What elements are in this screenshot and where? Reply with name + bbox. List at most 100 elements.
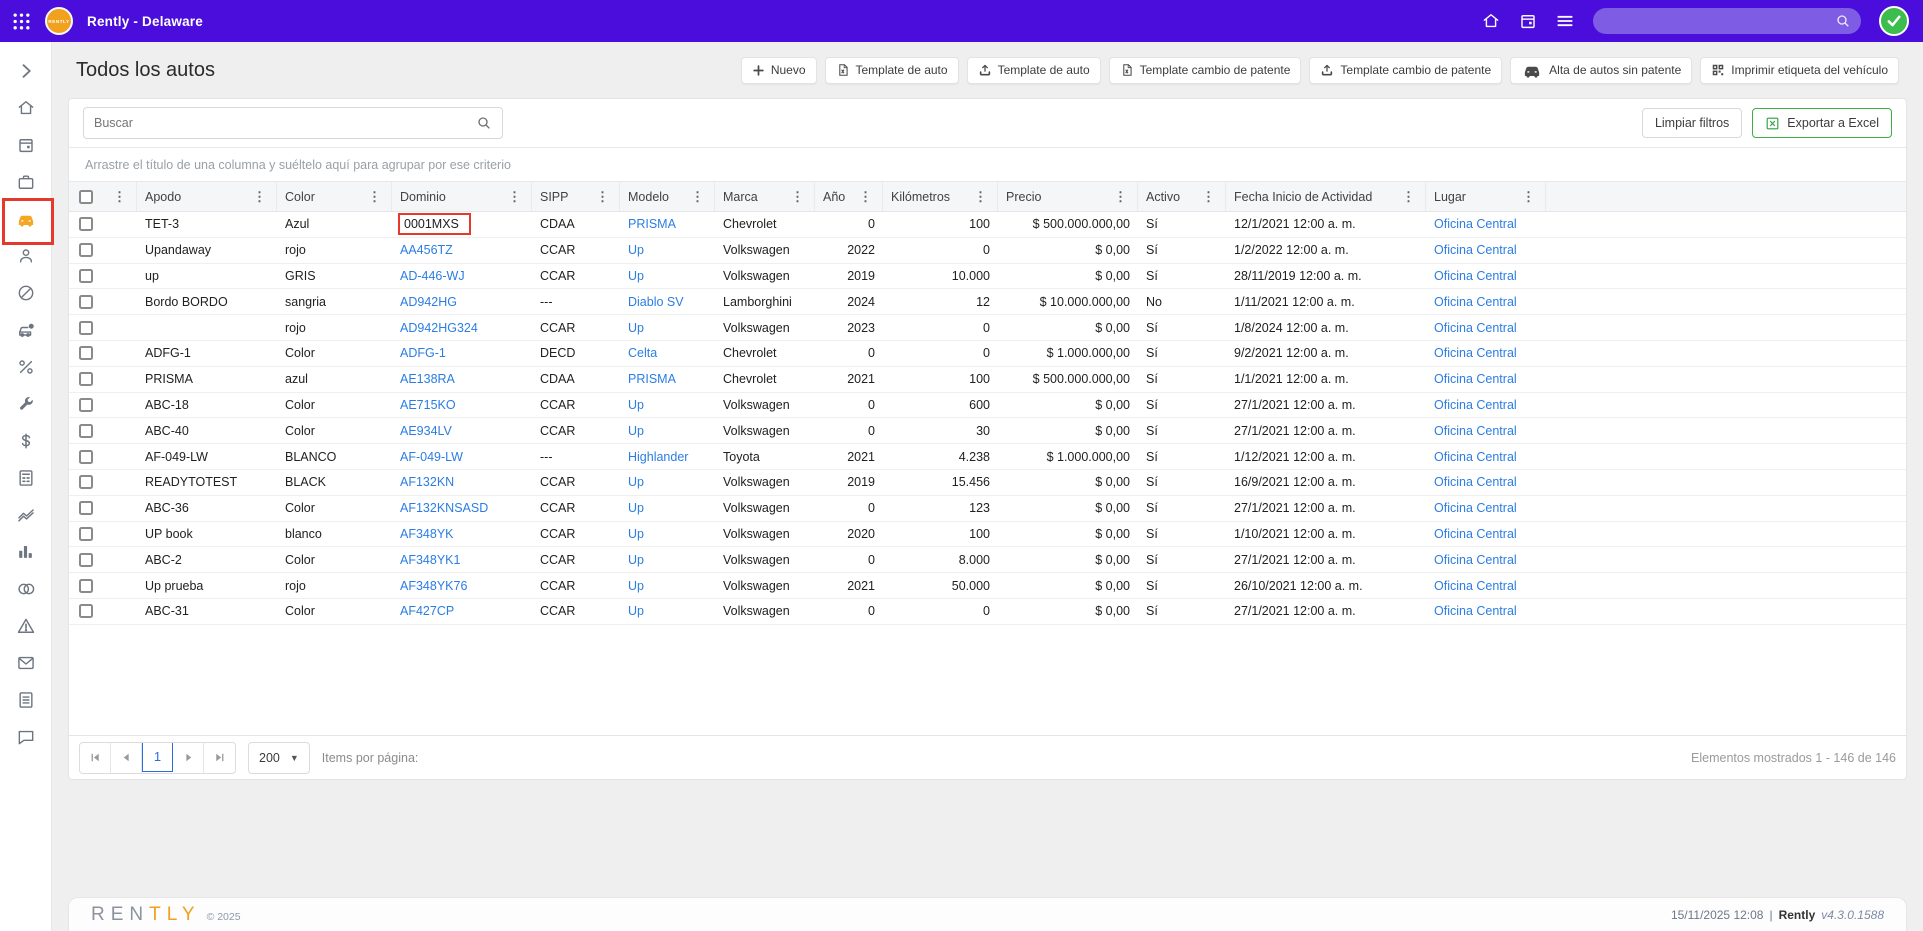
column-header-fecha-inicio-de-actividad[interactable]: Fecha Inicio de Actividad⋮	[1226, 182, 1426, 211]
column-header-kil-metros[interactable]: Kilómetros⋮	[883, 182, 998, 211]
column-menu-icon[interactable]: ⋮	[594, 190, 611, 203]
sidebar-item-expand[interactable]	[6, 52, 46, 89]
column-menu-icon[interactable]: ⋮	[251, 190, 268, 203]
table-row[interactable]: PRISMAazulAE138RACDAAPRISMAChevrolet2021…	[69, 367, 1906, 393]
sidebar-item-dollar[interactable]	[6, 422, 46, 459]
column-header-apodo[interactable]: Apodo⋮	[137, 182, 277, 211]
row-checkbox[interactable]	[79, 269, 93, 283]
search-icon[interactable]	[476, 115, 492, 131]
sidebar-item-person[interactable]	[6, 237, 46, 274]
grid-search[interactable]	[83, 107, 503, 139]
global-search-input[interactable]	[1603, 14, 1829, 28]
column-menu-icon[interactable]: ⋮	[1520, 190, 1537, 203]
next-page-button[interactable]	[173, 743, 204, 773]
sidebar-item-calendar[interactable]	[6, 126, 46, 163]
table-row[interactable]: UpandawayrojoAA456TZCCARUpVolkswagen2022…	[69, 238, 1906, 264]
column-menu-icon[interactable]: ⋮	[1200, 190, 1217, 203]
column-header-precio[interactable]: Precio⋮	[998, 182, 1138, 211]
grid-search-input[interactable]	[94, 116, 468, 130]
row-checkbox[interactable]	[79, 604, 93, 618]
toolbar-button-template-de-auto-2[interactable]: Template de auto	[967, 57, 1101, 84]
app-grid-icon[interactable]	[12, 12, 31, 31]
column-header-sipp[interactable]: SIPP⋮	[532, 182, 620, 211]
sidebar-item-percent[interactable]	[6, 348, 46, 385]
column-menu-icon[interactable]: ⋮	[972, 190, 989, 203]
column-header-lugar[interactable]: Lugar⋮	[1426, 182, 1546, 211]
table-row[interactable]: UP bookblancoAF348YKCCARUpVolkswagen2020…	[69, 522, 1906, 548]
table-row[interactable]: TET-3Azul0001MXSCDAAPRISMAChevrolet0100$…	[69, 212, 1906, 238]
table-row[interactable]: rojoAD942HG324CCARUpVolkswagen20230$ 0,0…	[69, 315, 1906, 341]
row-checkbox[interactable]	[79, 372, 93, 386]
column-header-marca[interactable]: Marca⋮	[715, 182, 815, 211]
row-checkbox[interactable]	[79, 346, 93, 360]
toolbar-button-alta-de-autos-sin-patente-5[interactable]: Alta de autos sin patente	[1510, 57, 1692, 84]
toolbar-button-template-cambio-de-patente-4[interactable]: Template cambio de patente	[1309, 57, 1502, 84]
table-row[interactable]: ABC-36ColorAF132KNSASDCCARUpVolkswagen01…	[69, 496, 1906, 522]
table-row[interactable]: ABC-2ColorAF348YK1CCARUpVolkswagen08.000…	[69, 547, 1906, 573]
column-menu-icon[interactable]: ⋮	[689, 190, 706, 203]
sidebar-item-bar-chart[interactable]	[6, 533, 46, 570]
table-row[interactable]: ABC-31ColorAF427CPCCARUpVolkswagen00$ 0,…	[69, 599, 1906, 625]
sidebar-item-chat[interactable]	[6, 718, 46, 755]
global-search[interactable]	[1593, 8, 1861, 34]
sidebar-item-warning[interactable]	[6, 607, 46, 644]
column-menu-icon[interactable]: ⋮	[366, 190, 383, 203]
row-checkbox[interactable]	[79, 475, 93, 489]
last-page-button[interactable]	[204, 743, 235, 773]
column-menu-icon[interactable]: ⋮	[1400, 190, 1417, 203]
sidebar-item-mail[interactable]	[6, 644, 46, 681]
row-checkbox[interactable]	[79, 424, 93, 438]
toolbar-button-template-de-auto-1[interactable]: Template de auto	[825, 57, 959, 84]
row-checkbox[interactable]	[79, 321, 93, 335]
prev-page-button[interactable]	[111, 743, 142, 773]
column-menu-icon[interactable]: ⋮	[789, 190, 806, 203]
status-check-badge[interactable]	[1879, 6, 1909, 36]
row-checkbox[interactable]	[79, 501, 93, 515]
table-row[interactable]: upGRISAD-446-WJCCARUpVolkswagen201910.00…	[69, 264, 1906, 290]
row-checkbox[interactable]	[79, 398, 93, 412]
export-excel-button[interactable]: Exportar a Excel	[1752, 108, 1892, 138]
row-checkbox[interactable]	[79, 243, 93, 257]
column-menu-icon[interactable]: ⋮	[506, 190, 523, 203]
sidebar-item-home[interactable]	[6, 89, 46, 126]
page-size-select[interactable]: 200 ▼	[248, 742, 310, 774]
table-row[interactable]: AF-049-LWBLANCOAF-049-LW---HighlanderToy…	[69, 444, 1906, 470]
sidebar-item-briefcase[interactable]	[6, 163, 46, 200]
column-menu-icon[interactable]: ⋮	[111, 190, 128, 203]
row-checkbox[interactable]	[79, 527, 93, 541]
sidebar-item-trend[interactable]	[6, 496, 46, 533]
sidebar-item-calculator[interactable]	[6, 459, 46, 496]
row-checkbox[interactable]	[79, 450, 93, 464]
select-all-checkbox[interactable]	[79, 190, 93, 204]
sidebar-item-cars[interactable]	[6, 200, 46, 237]
calendar-icon[interactable]	[1519, 12, 1537, 30]
column-menu-icon[interactable]: ⋮	[857, 190, 874, 203]
row-checkbox[interactable]	[79, 295, 93, 309]
toolbar-button-template-cambio-de-patente-3[interactable]: Template cambio de patente	[1109, 57, 1302, 84]
search-icon[interactable]	[1835, 13, 1851, 29]
table-row[interactable]: ABC-18ColorAE715KOCCARUpVolkswagen0600$ …	[69, 393, 1906, 419]
sidebar-item-blocked[interactable]	[6, 274, 46, 311]
first-page-button[interactable]	[80, 743, 111, 773]
row-checkbox[interactable]	[79, 579, 93, 593]
toolbar-button-nuevo-0[interactable]: Nuevo	[741, 57, 817, 84]
column-header-a-o[interactable]: Año⋮	[815, 182, 883, 211]
clear-filters-button[interactable]: Limpiar filtros	[1642, 108, 1742, 138]
table-row[interactable]: ADFG-1ColorADFG-1DECDCeltaChevrolet00$ 1…	[69, 341, 1906, 367]
table-row[interactable]: Up pruebarojoAF348YK76CCARUpVolkswagen20…	[69, 573, 1906, 599]
menu-icon[interactable]	[1555, 11, 1575, 31]
home-icon[interactable]	[1481, 11, 1501, 31]
avatar[interactable]: RENTLY	[45, 7, 73, 35]
row-checkbox[interactable]	[79, 553, 93, 567]
table-row[interactable]: READYTOTESTBLACKAF132KNCCARUpVolkswagen2…	[69, 470, 1906, 496]
table-row[interactable]: ABC-40ColorAE934LVCCARUpVolkswagen030$ 0…	[69, 418, 1906, 444]
group-drop-zone[interactable]: Arrastre el título de una columna y suél…	[69, 147, 1906, 182]
column-menu-icon[interactable]: ⋮	[1112, 190, 1129, 203]
column-header-modelo[interactable]: Modelo⋮	[620, 182, 715, 211]
column-header-color[interactable]: Color⋮	[277, 182, 392, 211]
sidebar-item-rings[interactable]	[6, 570, 46, 607]
column-header-activo[interactable]: Activo⋮	[1138, 182, 1226, 211]
column-header-dominio[interactable]: Dominio⋮	[392, 182, 532, 211]
sidebar-item-car-alert[interactable]	[6, 311, 46, 348]
toolbar-button-imprimir-etiqueta-del-veh-culo-6[interactable]: Imprimir etiqueta del vehículo	[1700, 57, 1899, 84]
